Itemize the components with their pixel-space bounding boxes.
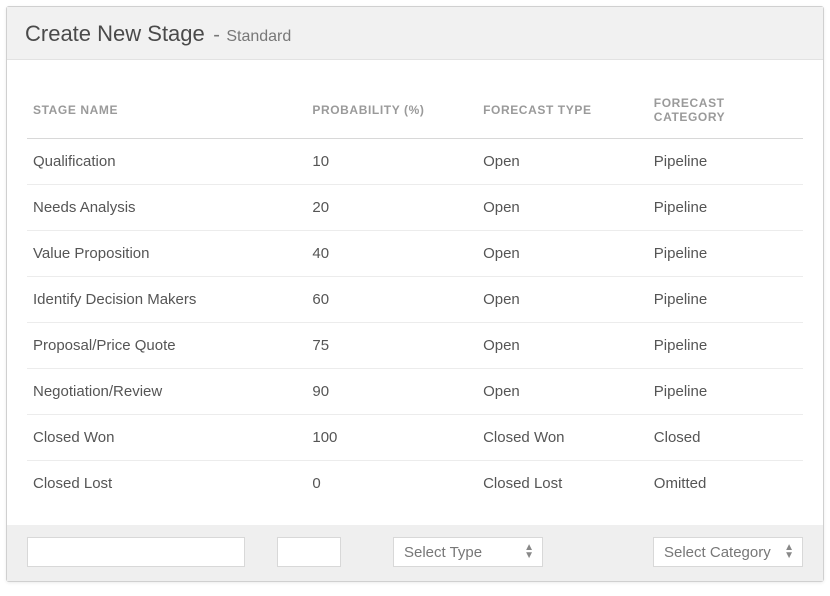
table-row[interactable]: Value Proposition40OpenPipeline bbox=[27, 231, 803, 277]
cell-probability: 10 bbox=[306, 139, 477, 185]
table-header-row: STAGE NAME PROBABILITY (%) FORECAST TYPE… bbox=[27, 82, 803, 139]
title-separator: - bbox=[213, 24, 220, 46]
cell-forecast-category: Pipeline bbox=[648, 277, 803, 323]
cell-name: Qualification bbox=[27, 139, 306, 185]
cell-forecast-type: Closed Won bbox=[477, 415, 648, 461]
cell-probability: 0 bbox=[306, 461, 477, 507]
table-row[interactable]: Identify Decision Makers60OpenPipeline bbox=[27, 277, 803, 323]
create-stage-panel: Create New Stage - Standard STAGE NAME P… bbox=[6, 6, 824, 582]
new-stage-forecast-type-select[interactable]: Select Type ▲▼ bbox=[393, 537, 543, 567]
cell-name: Closed Lost bbox=[27, 461, 306, 507]
cell-forecast-category: Pipeline bbox=[648, 139, 803, 185]
table-container: STAGE NAME PROBABILITY (%) FORECAST TYPE… bbox=[7, 60, 823, 525]
cell-forecast-type: Open bbox=[477, 139, 648, 185]
col-header-stage-name: STAGE NAME bbox=[27, 82, 306, 139]
select-type-label: Select Type bbox=[404, 544, 482, 561]
col-header-probability: PROBABILITY (%) bbox=[306, 82, 477, 139]
cell-forecast-type: Closed Lost bbox=[477, 461, 648, 507]
cell-name: Identify Decision Makers bbox=[27, 277, 306, 323]
chevron-sort-icon: ▲▼ bbox=[524, 544, 534, 560]
cell-name: Closed Won bbox=[27, 415, 306, 461]
table-row[interactable]: Closed Won100Closed WonClosed bbox=[27, 415, 803, 461]
cell-name: Needs Analysis bbox=[27, 185, 306, 231]
cell-probability: 60 bbox=[306, 277, 477, 323]
page-subtype: Standard bbox=[226, 28, 291, 45]
cell-name: Value Proposition bbox=[27, 231, 306, 277]
cell-probability: 100 bbox=[306, 415, 477, 461]
new-stage-forecast-category-select[interactable]: Select Category ▲▼ bbox=[653, 537, 803, 567]
cell-forecast-type: Open bbox=[477, 185, 648, 231]
new-stage-row: Select Type ▲▼ Select Category ▲▼ bbox=[7, 525, 823, 581]
page-title: Create New Stage bbox=[25, 21, 205, 46]
new-stage-probability-input[interactable] bbox=[277, 537, 341, 567]
cell-forecast-type: Open bbox=[477, 323, 648, 369]
cell-probability: 40 bbox=[306, 231, 477, 277]
table-row[interactable]: Closed Lost0Closed LostOmitted bbox=[27, 461, 803, 507]
table-row[interactable]: Needs Analysis20OpenPipeline bbox=[27, 185, 803, 231]
cell-forecast-type: Open bbox=[477, 277, 648, 323]
new-stage-name-input[interactable] bbox=[27, 537, 245, 567]
table-row[interactable]: Proposal/Price Quote75OpenPipeline bbox=[27, 323, 803, 369]
table-row[interactable]: Qualification10OpenPipeline bbox=[27, 139, 803, 185]
chevron-sort-icon: ▲▼ bbox=[784, 544, 794, 560]
cell-name: Proposal/Price Quote bbox=[27, 323, 306, 369]
cell-forecast-category: Pipeline bbox=[648, 369, 803, 415]
col-header-forecast-category: FORECAST CATEGORY bbox=[648, 82, 803, 139]
cell-forecast-category: Closed bbox=[648, 415, 803, 461]
cell-forecast-category: Pipeline bbox=[648, 323, 803, 369]
cell-forecast-category: Pipeline bbox=[648, 231, 803, 277]
cell-forecast-category: Omitted bbox=[648, 461, 803, 507]
col-header-forecast-type: FORECAST TYPE bbox=[477, 82, 648, 139]
cell-forecast-category: Pipeline bbox=[648, 185, 803, 231]
cell-forecast-type: Open bbox=[477, 369, 648, 415]
select-category-label: Select Category bbox=[664, 544, 771, 561]
cell-forecast-type: Open bbox=[477, 231, 648, 277]
panel-header: Create New Stage - Standard bbox=[7, 7, 823, 60]
stages-table: STAGE NAME PROBABILITY (%) FORECAST TYPE… bbox=[27, 82, 803, 506]
cell-probability: 75 bbox=[306, 323, 477, 369]
table-row[interactable]: Negotiation/Review90OpenPipeline bbox=[27, 369, 803, 415]
cell-probability: 20 bbox=[306, 185, 477, 231]
cell-probability: 90 bbox=[306, 369, 477, 415]
cell-name: Negotiation/Review bbox=[27, 369, 306, 415]
